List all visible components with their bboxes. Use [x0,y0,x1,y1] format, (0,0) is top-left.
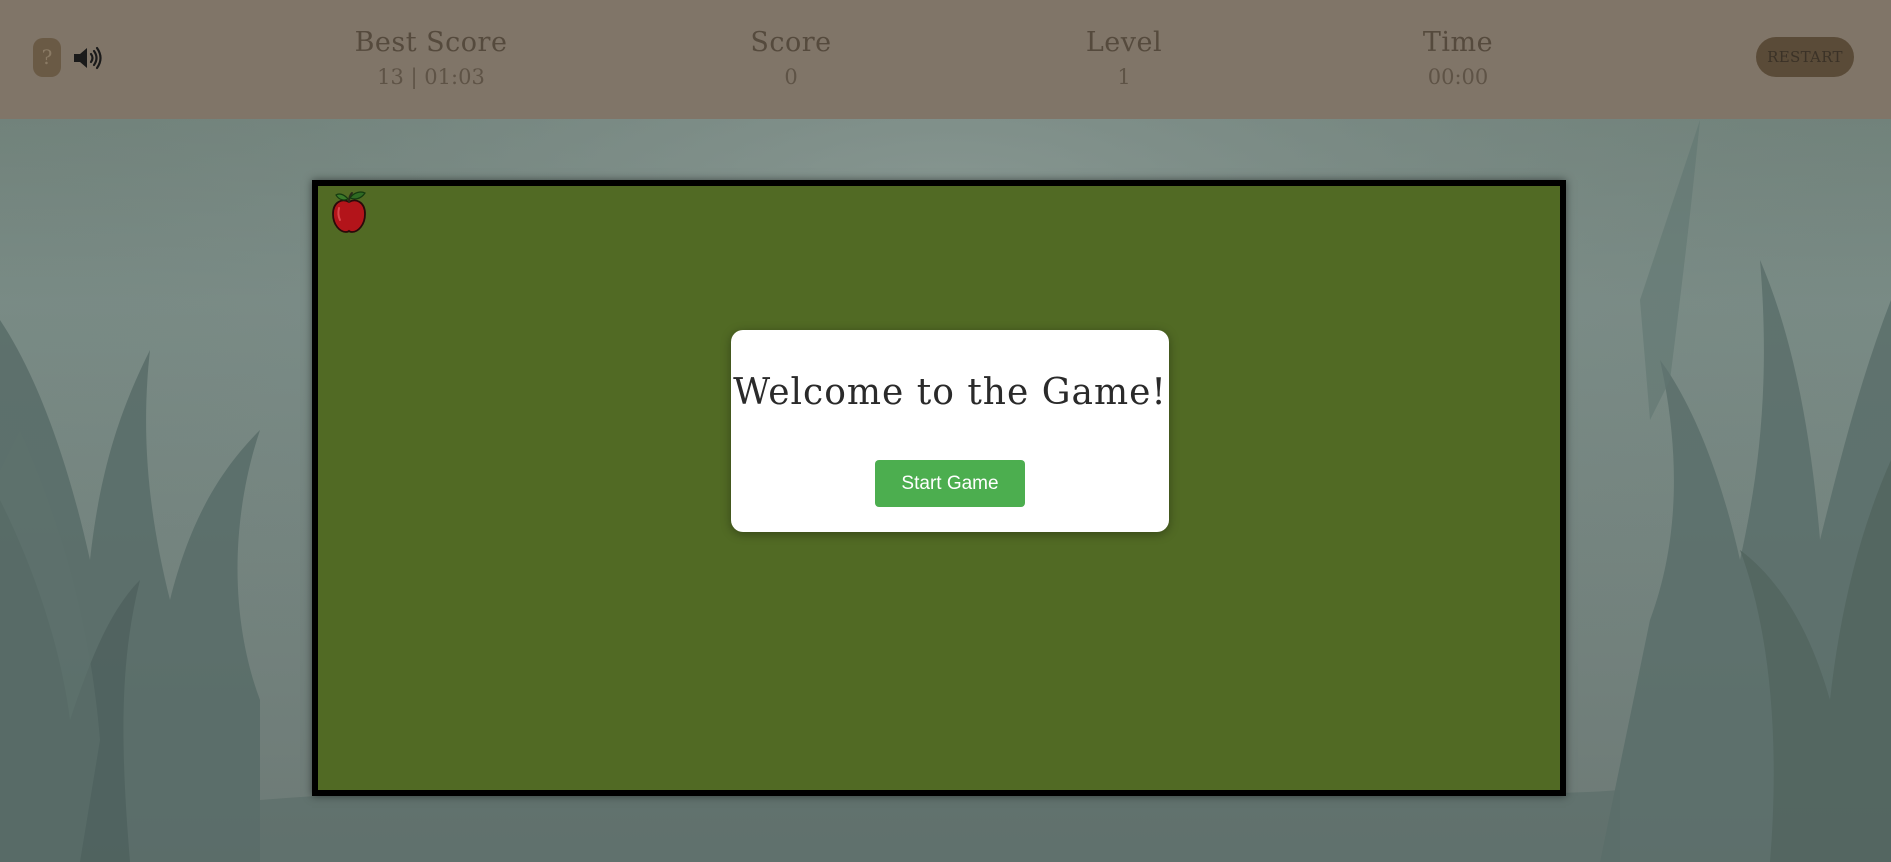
welcome-title: Welcome to the Game! [733,372,1167,413]
apple-icon [332,191,366,233]
best-score-stat: Best Score 13 | 01:03 [311,24,551,90]
level-value: 1 [1117,65,1131,89]
welcome-modal: Welcome to the Game! Start Game [731,330,1169,532]
best-score-label: Best Score [354,27,508,58]
level-stat: Level 1 [1004,24,1244,90]
time-value: 00:00 [1427,65,1489,89]
speaker-volume-icon[interactable] [72,45,108,71]
restart-button[interactable]: RESTART [1756,37,1854,77]
help-button[interactable]: ? [33,38,61,77]
game-board[interactable]: Welcome to the Game! Start Game [312,180,1566,796]
score-stat: Score 0 [671,24,911,90]
time-stat: Time 00:00 [1338,24,1578,90]
header-bar: ? Best Score 13 | 01:03 Score 0 Level 1 … [0,0,1891,119]
game-page: ? Best Score 13 | 01:03 Score 0 Level 1 … [0,0,1891,862]
score-label: Score [750,27,832,58]
score-value: 0 [784,65,798,89]
best-score-value: 13 | 01:03 [377,65,485,89]
start-game-button[interactable]: Start Game [875,460,1025,507]
level-label: Level [1085,27,1163,58]
time-label: Time [1422,27,1494,58]
